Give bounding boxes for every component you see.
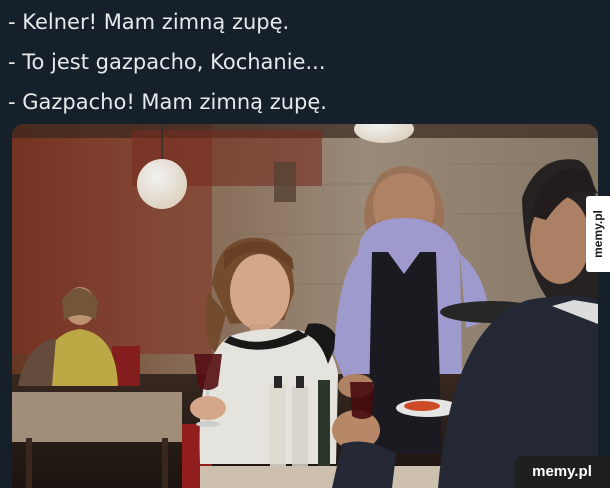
side-watermark-text: memy.pl <box>591 210 605 258</box>
caption-line-2: - To jest gazpacho, Kochanie... <box>8 50 326 74</box>
memy-side-watermark: memy.pl <box>586 196 610 272</box>
memy-corner-watermark: memy.pl <box>514 456 610 488</box>
restaurant-photo <box>12 124 598 488</box>
corner-watermark-text: memy.pl <box>532 463 592 480</box>
meme-caption: - Kelner! Mam zimną zupę. - To jest gazp… <box>8 2 568 122</box>
caption-line-1: - Kelner! Mam zimną zupę. <box>8 10 290 34</box>
caption-line-3: - Gazpacho! Mam zimną zupę. <box>8 90 327 114</box>
